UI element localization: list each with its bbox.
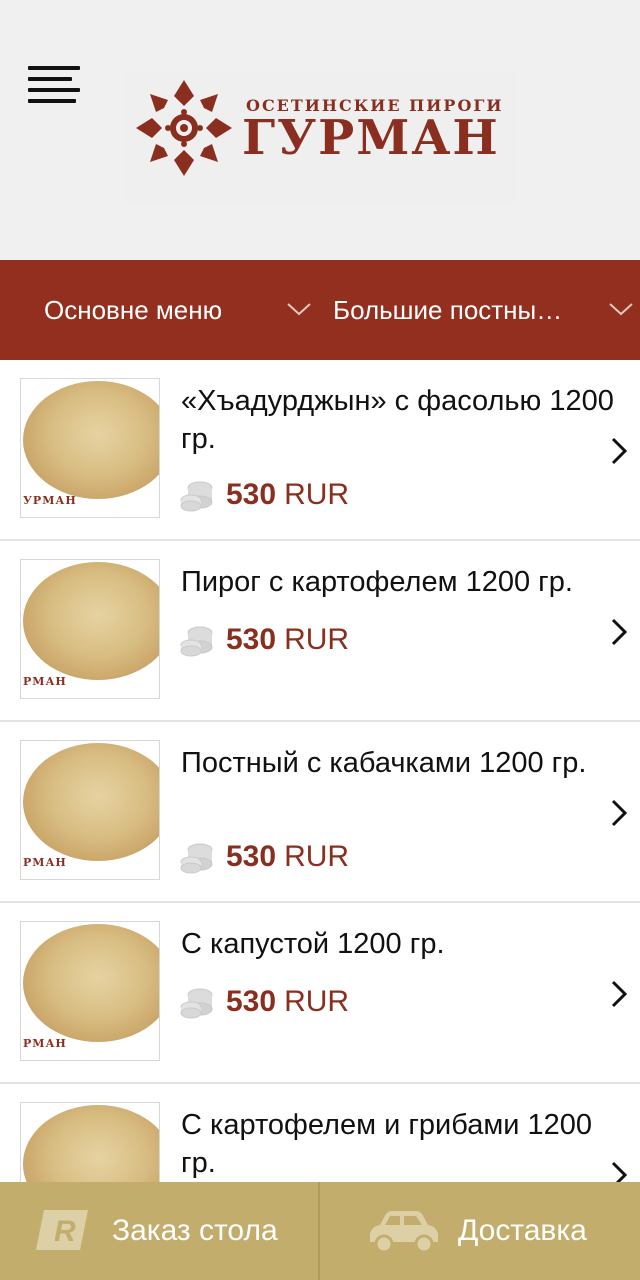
item-price: 530 RUR — [180, 840, 349, 874]
app-screen: ОСЕТИНСКИЕ ПИРОГИ ГУРМАН Основне меню Бо… — [0, 0, 640, 1280]
item-title: Постный с кабачками 1200 гр. — [181, 747, 587, 779]
chevron-down-icon — [609, 303, 633, 316]
category-select-main-menu[interactable]: Основне меню — [44, 260, 326, 360]
delivery-button[interactable]: Доставка — [320, 1182, 640, 1280]
pie-thumbnail: РМАН — [20, 921, 160, 1061]
menu-list: УРМАН «Хъадурджын» с фасолью 1200 гр. 53… — [0, 360, 640, 1265]
chevron-right-icon — [611, 618, 628, 646]
price-value: 530 — [226, 623, 277, 656]
chevron-right-icon — [611, 799, 628, 827]
hamburger-menu-icon[interactable] — [28, 66, 82, 106]
pie-thumbnail: РМАН — [20, 559, 160, 699]
pie-thumbnail: РМАН — [20, 740, 160, 880]
item-title: «Хъадурджын» с фасолью 1200 гр. — [181, 385, 614, 455]
thumbnail-brand: РМАН — [23, 1037, 67, 1050]
chevron-right-icon — [611, 980, 628, 1008]
list-item[interactable]: РМАН Пирог с картофелем 1200 гр. 530 RUR — [0, 541, 640, 722]
chevron-down-icon — [287, 303, 311, 316]
item-title: С капустой 1200 гр. — [181, 928, 445, 960]
price-value: 530 — [226, 478, 277, 511]
item-price: 530 RUR — [180, 623, 349, 657]
price-currency: RUR — [284, 623, 350, 656]
coins-icon — [180, 988, 213, 1019]
coins-icon — [180, 843, 213, 874]
list-item[interactable]: УРМАН «Хъадурджын» с фасолью 1200 гр. 53… — [0, 360, 640, 541]
item-title: С картофелем и грибами 1200 гр. — [181, 1109, 593, 1179]
svg-text:R: R — [54, 1215, 76, 1248]
price-value: 530 — [226, 840, 277, 873]
item-price: 530 RUR — [180, 985, 349, 1019]
car-icon — [370, 1211, 438, 1254]
reservation-r-icon: R — [36, 1210, 88, 1250]
price-currency: RUR — [284, 840, 350, 873]
coins-icon — [180, 481, 213, 512]
item-price: 530 RUR — [180, 478, 349, 512]
reserve-table-label: Заказ стола — [112, 1214, 278, 1247]
category-label: Основне меню — [44, 294, 223, 325]
reserve-table-button[interactable]: R Заказ стола — [0, 1182, 318, 1280]
list-item[interactable]: РМАН С капустой 1200 гр. 530 RUR — [0, 903, 640, 1084]
chevron-right-icon — [611, 437, 628, 465]
category-bar: Основне меню Большие постны… — [0, 260, 640, 360]
thumbnail-brand: РМАН — [23, 675, 67, 688]
category-select-lenten-pies[interactable]: Большие постны… — [333, 260, 640, 360]
bottom-action-bar: R Заказ стола Доставка — [0, 1182, 640, 1280]
logo-title: ГУРМАН — [242, 110, 500, 166]
delivery-label: Доставка — [458, 1214, 587, 1247]
list-item[interactable]: РМАН Постный с кабачками 1200 гр. 530 RU… — [0, 722, 640, 903]
price-currency: RUR — [284, 478, 350, 511]
price-currency: RUR — [284, 985, 350, 1018]
thumbnail-brand: УРМАН — [23, 494, 77, 507]
coins-icon — [180, 626, 213, 657]
price-value: 530 — [226, 985, 277, 1018]
category-label: Большие постны… — [333, 294, 563, 325]
header: ОСЕТИНСКИЕ ПИРОГИ ГУРМАН — [0, 0, 640, 260]
item-title: Пирог с картофелем 1200 гр. — [181, 566, 573, 598]
logo[interactable]: ОСЕТИНСКИЕ ПИРОГИ ГУРМАН — [126, 70, 518, 204]
pie-thumbnail: УРМАН — [20, 378, 160, 518]
thumbnail-brand: РМАН — [23, 856, 67, 869]
ornament-emblem-icon — [136, 80, 232, 176]
